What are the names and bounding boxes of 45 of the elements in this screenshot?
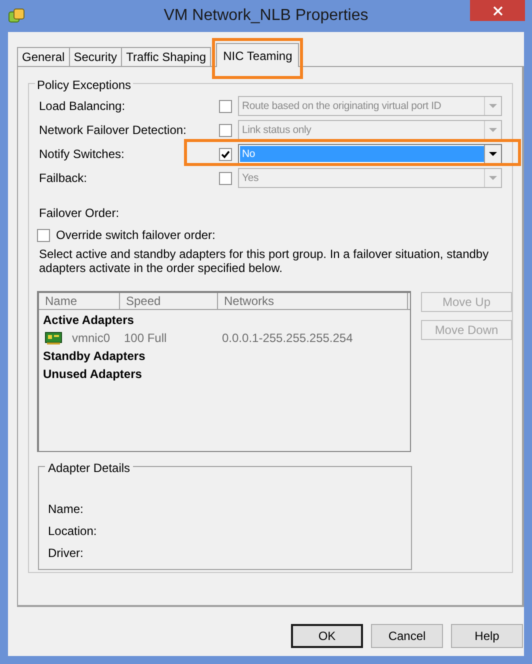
close-button[interactable] xyxy=(470,0,525,21)
checkbox[interactable] xyxy=(37,228,50,242)
dropdown-value: No xyxy=(240,146,484,162)
field-label: Failback: xyxy=(39,170,88,187)
dropdown-value: Link status only xyxy=(241,123,312,138)
checkbox[interactable] xyxy=(219,100,232,112)
tab[interactable]: General xyxy=(17,47,70,66)
field-label: Notify Switches: xyxy=(39,146,126,163)
checkbox[interactable] xyxy=(219,172,232,184)
dropdown[interactable]: Route based on the originating virtual port ID xyxy=(238,96,502,116)
window-title: VM Network_NLB Properties xyxy=(164,6,368,26)
field-label: Load Balancing: xyxy=(39,98,126,115)
field-label: Driver: xyxy=(48,545,84,561)
tab[interactable]: Security xyxy=(68,47,122,66)
column-header[interactable]: Name xyxy=(39,293,120,309)
field-label: Name: xyxy=(48,501,84,517)
group-heading: Unused Adapters xyxy=(42,366,143,383)
close-icon xyxy=(492,6,502,16)
section-label: Failover Order: xyxy=(39,205,120,222)
group-heading: Active Adapters xyxy=(42,312,135,329)
dropdown[interactable]: Yes xyxy=(238,168,502,188)
tab[interactable]: Traffic Shaping xyxy=(121,47,212,66)
checkbox-label: Override switch failover order: xyxy=(56,227,216,244)
adapter-list[interactable]: Name Speed Networks Active Adapters vmnic0 100 Full 0.0.0.1-255.255.255.254 Standby Adapters Unused Adapters xyxy=(37,291,411,452)
app-icon xyxy=(8,8,26,24)
network-card-icon xyxy=(45,332,62,344)
dropdown-value: Route based on the originating virtual port ID xyxy=(241,99,442,114)
checkbox[interactable] xyxy=(219,124,232,136)
field-label: Location: xyxy=(48,523,98,539)
group-heading: Standby Adapters xyxy=(42,348,146,365)
dropdown[interactable]: No xyxy=(238,144,502,164)
dialog-button[interactable]: OK xyxy=(291,624,363,648)
dialog-button[interactable]: Help xyxy=(451,624,523,648)
column-header[interactable]: Networks xyxy=(218,293,408,309)
adapter-networks: 0.0.0.1-255.255.255.254 xyxy=(221,330,353,347)
field-label: Network Failover Detection: xyxy=(39,122,188,139)
description-text: Select active and standby adapters for this port group. In a failover situation, standby adapters activate in the order specified below. xyxy=(39,247,490,275)
tab[interactable]: NIC Teaming xyxy=(216,43,300,67)
adapter-name: vmnic0 xyxy=(72,330,110,347)
column-header[interactable]: Speed xyxy=(120,293,218,309)
dropdown[interactable]: Link status only xyxy=(238,120,502,140)
dropdown-value: Yes xyxy=(241,171,260,186)
dialog-button[interactable]: Cancel xyxy=(371,624,443,648)
checkbox[interactable] xyxy=(219,148,232,160)
adapter-speed: 100 Full xyxy=(123,330,168,347)
